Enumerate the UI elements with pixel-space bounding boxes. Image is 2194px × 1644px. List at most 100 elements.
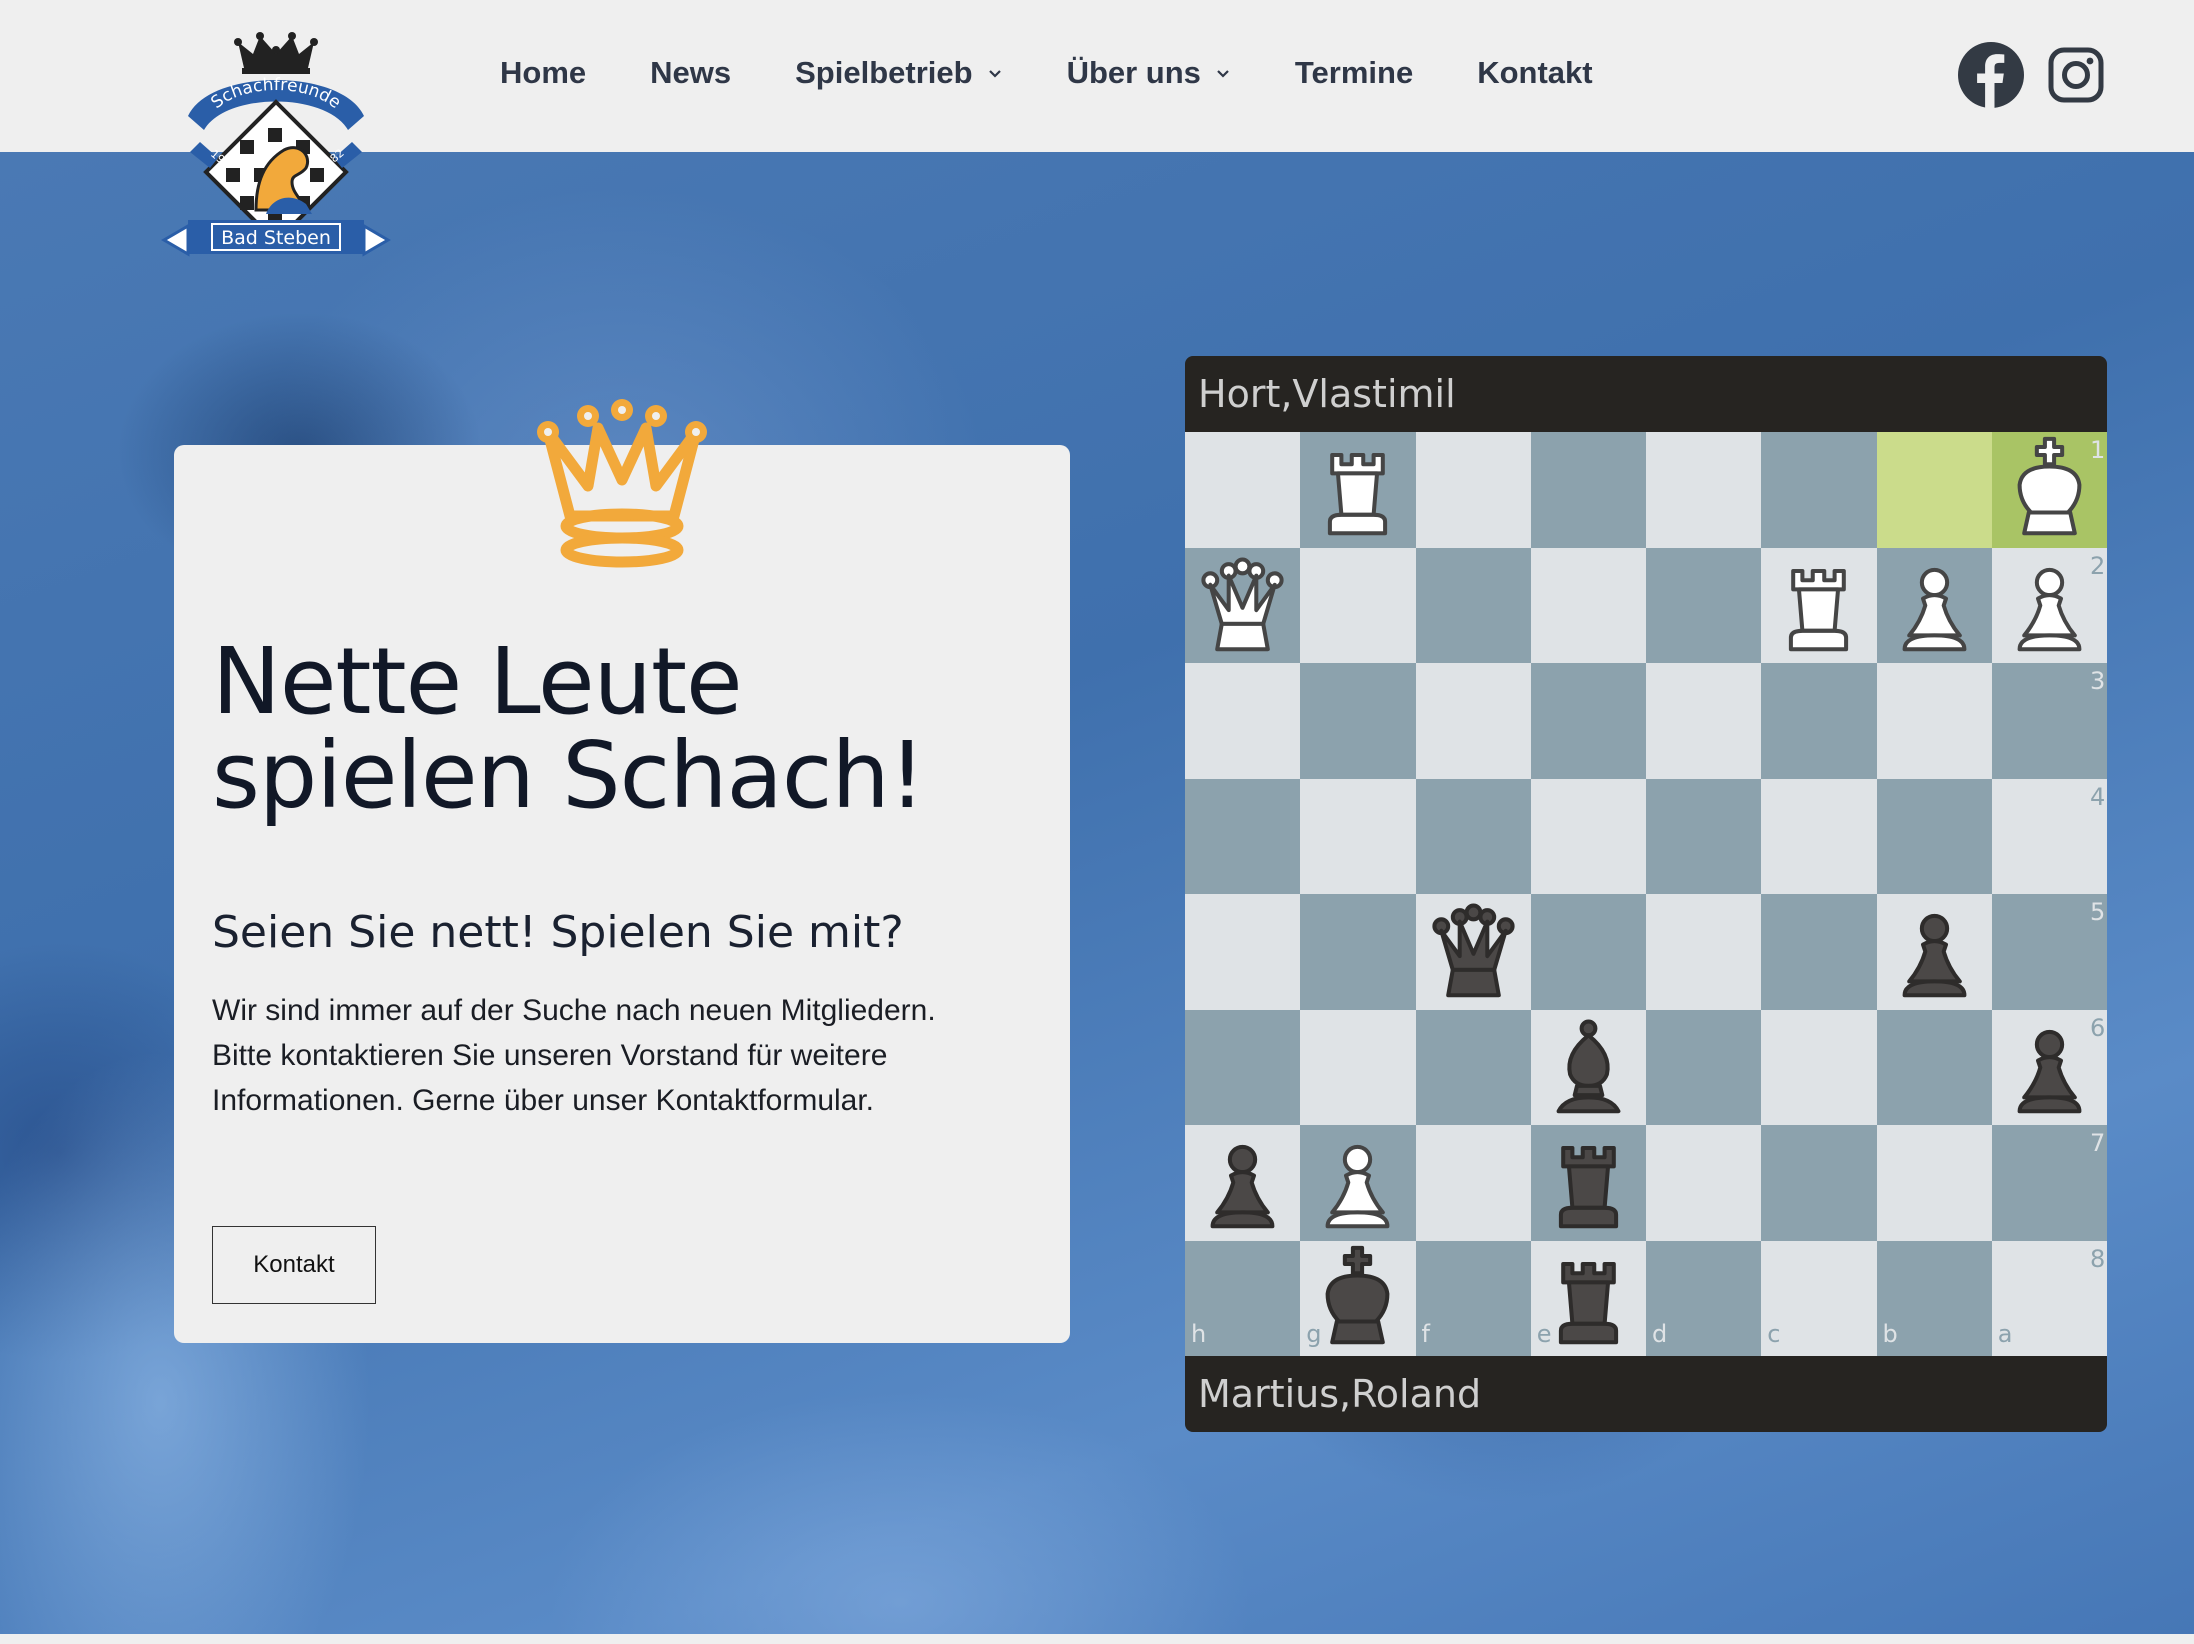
rank-label: 7 [2090, 1129, 2106, 1157]
square-h4[interactable] [1185, 778, 1301, 894]
square-g3[interactable] [1300, 663, 1416, 779]
square-g6[interactable] [1300, 1009, 1416, 1125]
white-pawn-piece[interactable] [1300, 1125, 1415, 1240]
file-label: b [1882, 1320, 1898, 1348]
hero-text-line2: Bitte kontaktieren Sie unseren Vorstand … [212, 1039, 888, 1072]
file-label: f [1421, 1320, 1430, 1348]
instagram-icon[interactable] [2048, 47, 2104, 103]
black-pawn-piece[interactable] [1877, 894, 1992, 1009]
bottom-player-name: Martius,Roland [1185, 1356, 2107, 1432]
white-king-piece[interactable] [1992, 432, 2107, 547]
square-d4[interactable] [1646, 778, 1762, 894]
hero-text-line3: Informationen. Gerne über unser Kontaktf… [212, 1084, 875, 1117]
chevron-down-icon [988, 70, 1001, 78]
square-g4[interactable] [1300, 778, 1416, 894]
nav-news[interactable]: News [650, 48, 731, 98]
nav-termine-label: Termine [1294, 55, 1414, 90]
square-f7[interactable] [1415, 1125, 1531, 1241]
nav-kontakt[interactable]: Kontakt [1477, 48, 1592, 98]
nav-spielbetrieb[interactable]: Spielbetrieb [795, 48, 1002, 98]
square-e3[interactable] [1530, 663, 1646, 779]
nav-termine[interactable]: Termine [1295, 48, 1413, 98]
square-f4[interactable] [1415, 778, 1531, 894]
square-e2[interactable] [1530, 547, 1646, 663]
square-f1[interactable] [1415, 432, 1531, 548]
hero-subtitle: Seien Sie nett! Spielen Sie mit? [212, 907, 904, 958]
chevron-down-icon [1217, 70, 1229, 78]
file-label: d [1652, 1320, 1668, 1348]
page-bottom-strip [0, 1634, 2194, 1644]
rank-label: 5 [2090, 898, 2106, 926]
black-rook-piece[interactable] [1531, 1241, 1646, 1356]
hero-text-line1: Wir sind immer auf der Suche nach neuen … [212, 994, 936, 1027]
black-king-piece[interactable] [1300, 1241, 1415, 1356]
square-d1[interactable] [1646, 432, 1762, 548]
file-label: h [1191, 1320, 1207, 1348]
square-b7[interactable] [1876, 1125, 1992, 1241]
white-rook-piece[interactable] [1761, 548, 1876, 663]
square-c3[interactable] [1761, 663, 1877, 779]
black-pawn-piece[interactable] [1185, 1125, 1300, 1240]
top-player-name: Hort,Vlastimil [1185, 356, 2107, 432]
square-c5[interactable] [1761, 894, 1877, 1010]
chess-board[interactable]: 12345678hgfedcba [1185, 432, 2107, 1356]
black-pawn-piece[interactable] [1992, 1010, 2107, 1125]
square-d3[interactable] [1646, 663, 1762, 779]
square-d7[interactable] [1646, 1125, 1762, 1241]
square-c7[interactable] [1761, 1125, 1877, 1241]
facebook-icon[interactable] [1958, 42, 2024, 108]
white-pawn-piece[interactable] [1877, 548, 1992, 663]
hero-text: Wir sind immer auf der Suche nach neuen … [212, 988, 1032, 1123]
square-c6[interactable] [1761, 1009, 1877, 1125]
square-b1[interactable] [1876, 432, 1992, 548]
square-f2[interactable] [1415, 547, 1531, 663]
nav-home-label: Home [500, 55, 587, 90]
hero-title-line1: Nette Leute [212, 628, 743, 735]
crown-icon [537, 399, 707, 568]
kontakt-button[interactable]: Kontakt [212, 1226, 376, 1304]
file-label: c [1767, 1320, 1781, 1348]
nav-news-label: News [650, 55, 732, 90]
hero-card [174, 445, 1070, 1343]
hero-title: Nette Leute spielen Schach! [212, 635, 1032, 823]
square-h1[interactable] [1185, 432, 1301, 548]
nav-spielbetrieb-label: Spielbetrieb [795, 55, 973, 90]
file-label: a [1997, 1320, 2013, 1348]
logo-banner-text: Bad Steben [221, 227, 331, 249]
black-bishop-piece[interactable] [1531, 1010, 1646, 1125]
nav-ueber-uns[interactable]: Über uns [1067, 48, 1231, 98]
main-nav: Home News Spielbetrieb Über uns Termine … [500, 48, 1593, 98]
chess-widget: Hort,Vlastimil 12345678hgfedcba Martius,… [1185, 356, 2107, 1432]
square-h5[interactable] [1185, 894, 1301, 1010]
square-f8[interactable] [1415, 1240, 1531, 1356]
rank-label: 4 [2090, 782, 2106, 811]
black-queen-piece[interactable] [1416, 894, 1531, 1009]
white-queen-piece[interactable] [1185, 548, 1300, 663]
hero-title-line2: spielen Schach! [212, 722, 926, 829]
square-e4[interactable] [1530, 778, 1646, 894]
square-d2[interactable] [1646, 547, 1762, 663]
square-h6[interactable] [1185, 1009, 1301, 1125]
square-e5[interactable] [1530, 894, 1646, 1010]
nav-ueber-uns-label: Über uns [1066, 55, 1201, 90]
square-f3[interactable] [1415, 663, 1531, 779]
rank-label: 8 [2090, 1244, 2106, 1273]
square-b6[interactable] [1876, 1009, 1992, 1125]
square-g5[interactable] [1300, 894, 1416, 1010]
square-d5[interactable] [1646, 894, 1762, 1010]
square-c1[interactable] [1761, 432, 1877, 548]
square-h3[interactable] [1185, 663, 1301, 779]
white-rook-piece[interactable] [1300, 432, 1415, 547]
square-b3[interactable] [1876, 663, 1992, 779]
square-b4[interactable] [1876, 778, 1992, 894]
nav-home[interactable]: Home [500, 48, 586, 98]
nav-kontakt-label: Kontakt [1477, 55, 1593, 90]
square-e1[interactable] [1530, 432, 1646, 548]
square-c4[interactable] [1761, 778, 1877, 894]
white-pawn-piece[interactable] [1992, 548, 2107, 663]
black-rook-piece[interactable] [1531, 1125, 1646, 1240]
site-logo[interactable]: Schachfreunde 19 82 Bad Steben [160, 32, 392, 272]
square-d6[interactable] [1646, 1009, 1762, 1125]
square-g2[interactable] [1300, 547, 1416, 663]
square-f6[interactable] [1415, 1009, 1531, 1125]
